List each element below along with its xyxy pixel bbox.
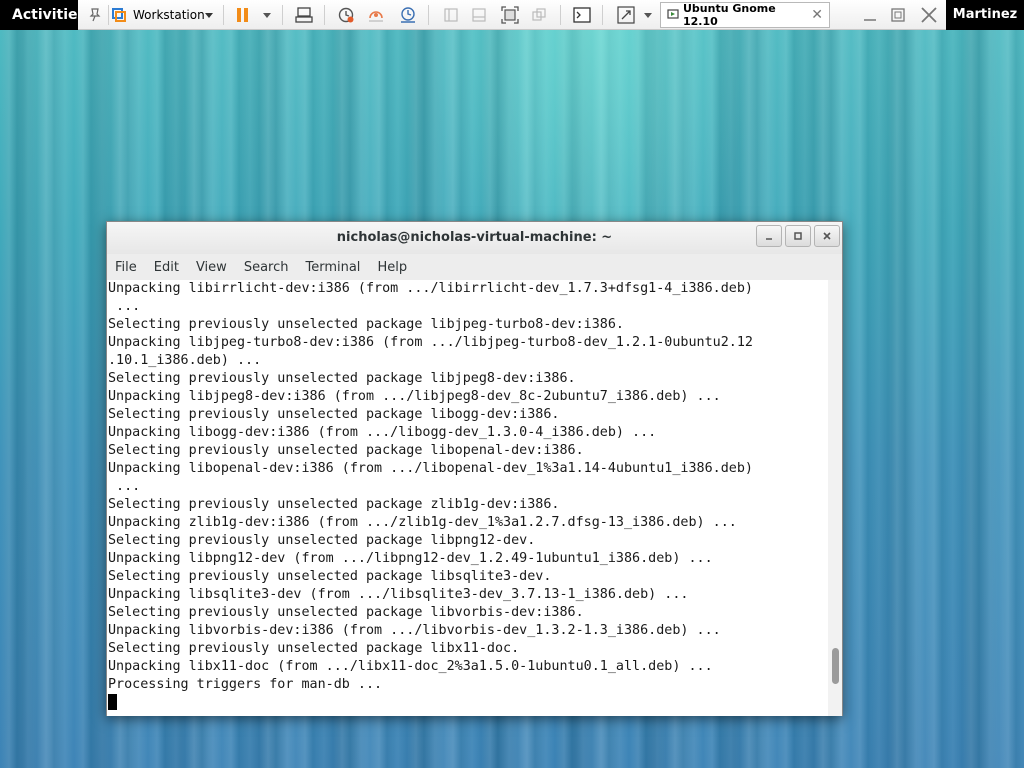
menu-search[interactable]: Search	[244, 260, 289, 275]
terminal-cursor	[108, 694, 117, 710]
terminal-line: Unpacking libjpeg-turbo8-dev:i386 (from …	[108, 335, 753, 350]
terminal-line: Unpacking libirrlicht-dev:i386 (from ...…	[108, 281, 753, 296]
terminal-line: Selecting previously unselected package …	[108, 497, 560, 512]
toolbar-separator	[324, 5, 325, 25]
toolbar-separator	[602, 5, 603, 25]
window-title: nicholas@nicholas-virtual-machine: ~	[336, 230, 613, 245]
vm-tab-title: Ubuntu Gnome 12.10	[683, 2, 776, 28]
restore-icon[interactable]	[886, 4, 910, 26]
terminal-line: Selecting previously unselected package …	[108, 533, 536, 548]
workstation-label: Workstation	[133, 8, 205, 22]
quick-switch-icon[interactable]	[468, 4, 490, 26]
terminal-line: Unpacking libsqlite3-dev (from .../libsq…	[108, 587, 689, 602]
terminal-line: Selecting previously unselected package …	[108, 407, 560, 422]
window-close-button[interactable]	[814, 225, 840, 247]
fullscreen-icon[interactable]	[498, 4, 522, 26]
dropdown-icon[interactable]	[202, 4, 216, 26]
snapshot-manager-icon[interactable]	[396, 4, 420, 26]
window-controls	[753, 225, 840, 247]
toolbar-separator	[560, 5, 561, 25]
window-minimize-button[interactable]	[756, 225, 782, 247]
menu-edit[interactable]: Edit	[154, 260, 179, 275]
terminal-scrollbar[interactable]	[828, 280, 842, 716]
terminal-console-icon[interactable]	[570, 4, 594, 26]
terminal-line: Selecting previously unselected package …	[108, 569, 552, 584]
close-icon[interactable]	[916, 4, 942, 26]
terminal-line: Unpacking libogg-dev:i386 (from .../libo…	[108, 425, 657, 440]
menu-terminal[interactable]: Terminal	[305, 260, 360, 275]
stretch-icon[interactable]	[614, 4, 638, 26]
terminal-titlebar[interactable]: nicholas@nicholas-virtual-machine: ~	[107, 222, 842, 254]
toolbar-separator	[223, 5, 224, 25]
toolbar-separator	[282, 5, 283, 25]
console-view-icon[interactable]	[440, 4, 462, 26]
menu-view[interactable]: View	[196, 260, 227, 275]
terminal-prompt-line	[107, 694, 828, 712]
terminal-line: Selecting previously unselected package …	[108, 317, 624, 332]
terminal-line: Selecting previously unselected package …	[108, 371, 576, 386]
revert-snapshot-icon[interactable]	[364, 4, 388, 26]
terminal-line: Selecting previously unselected package …	[108, 605, 584, 620]
menu-file[interactable]: File	[115, 260, 137, 275]
terminal-line: Unpacking libjpeg8-dev:i386 (from .../li…	[108, 389, 721, 404]
terminal-line: Unpacking zlib1g-dev:i386 (from .../zlib…	[108, 515, 737, 530]
snapshot-icon[interactable]	[334, 4, 358, 26]
stretch-dropdown-icon[interactable]	[642, 4, 654, 26]
terminal-line: ...	[108, 299, 141, 314]
terminal-output[interactable]: Unpacking libirrlicht-dev:i386 (from ...…	[107, 280, 828, 716]
pin-icon[interactable]	[84, 4, 106, 26]
toolbar-separator	[108, 5, 109, 25]
pause-dropdown-icon[interactable]	[260, 4, 274, 26]
terminal-line: Selecting previously unselected package …	[108, 641, 520, 656]
workstation-logo-icon	[110, 4, 128, 26]
unity-icon[interactable]	[528, 4, 550, 26]
terminal-line: .10.1_i386.deb) ...	[108, 353, 262, 368]
toolbar-separator	[428, 5, 429, 25]
terminal-line: Unpacking libpng12-dev (from .../libpng1…	[108, 551, 713, 566]
terminal-line: Processing triggers for man-db ...	[108, 677, 383, 692]
workstation-menu[interactable]: Workstation	[133, 4, 205, 26]
terminal-line: Unpacking libopenal-dev:i386 (from .../l…	[108, 461, 753, 476]
terminal-line: Unpacking libx11-doc (from .../libx11-do…	[108, 659, 713, 674]
terminal-line: Selecting previously unselected package …	[108, 443, 584, 458]
user-menu[interactable]: Martinez	[946, 0, 1024, 30]
minimize-icon[interactable]	[858, 4, 882, 26]
tab-vm-icon	[667, 8, 679, 23]
terminal-line: ...	[108, 479, 141, 494]
terminal-window: nicholas@nicholas-virtual-machine: ~ Fil…	[106, 221, 843, 716]
vmware-toolbar: Workstation Ubuntu Gnome 12.10 ✕	[78, 0, 946, 30]
window-maximize-button[interactable]	[785, 225, 811, 247]
tab-close-icon[interactable]: ✕	[811, 7, 823, 23]
pause-icon[interactable]	[230, 4, 256, 26]
vm-tab-ubuntu[interactable]: Ubuntu Gnome 12.10 ✕	[660, 2, 830, 28]
terminal-menubar: File Edit View Search Terminal Help	[107, 254, 842, 280]
terminal-line: Unpacking libvorbis-dev:i386 (from .../l…	[108, 623, 721, 638]
send-keys-icon[interactable]	[292, 4, 316, 26]
scrollbar-thumb[interactable]	[832, 648, 839, 684]
menu-help[interactable]: Help	[377, 260, 407, 275]
activities-button[interactable]: Activities	[0, 0, 86, 30]
